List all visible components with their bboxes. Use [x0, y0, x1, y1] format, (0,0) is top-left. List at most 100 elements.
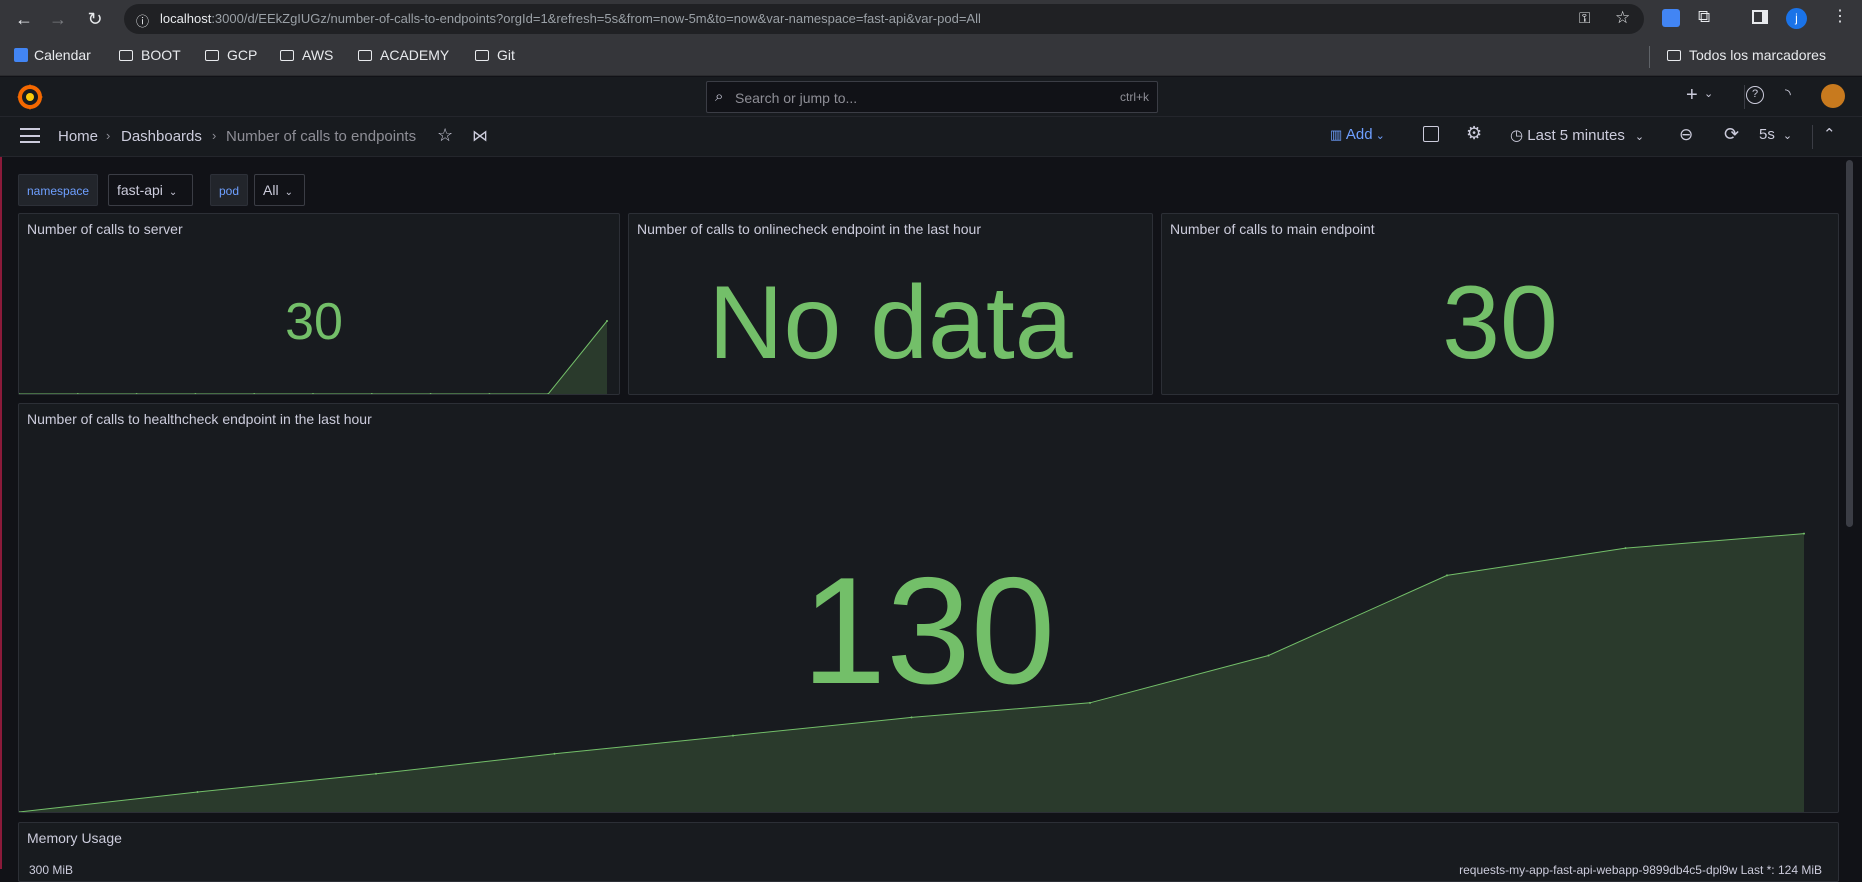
- site-info-icon[interactable]: ⓘ: [136, 11, 149, 30]
- sparkline-point: [488, 393, 491, 394]
- new-plus-icon[interactable]: +: [1686, 84, 1698, 107]
- panel-calls-to-main[interactable]: Number of calls to main endpoint 30: [1161, 213, 1839, 395]
- refresh-interval-picker[interactable]: 5s ⌄: [1759, 126, 1792, 143]
- grafana-topbar: ⌕ Search or jump to... ctrl+k + ⌄ ? ◝: [0, 77, 1862, 117]
- panel-title: Memory Usage: [27, 830, 122, 846]
- search-placeholder: Search or jump to...: [735, 90, 858, 106]
- stat-value: 130: [801, 546, 1056, 716]
- profile-avatar[interactable]: j: [1786, 8, 1807, 29]
- key-icon[interactable]: ⚿: [1579, 10, 1590, 27]
- panel-calls-to-onlinecheck[interactable]: Number of calls to onlinecheck endpoint …: [628, 213, 1153, 395]
- panel-title: Number of calls to main endpoint: [1170, 221, 1375, 237]
- forward-icon[interactable]: →: [45, 6, 71, 32]
- sparkline-point: [429, 393, 432, 394]
- chevron-down-icon: ⌄: [284, 187, 293, 198]
- help-icon[interactable]: ?: [1746, 86, 1764, 104]
- save-icon[interactable]: [1423, 126, 1439, 142]
- bookmark-aws[interactable]: AWS: [280, 47, 333, 63]
- reload-icon[interactable]: ↻: [82, 6, 108, 32]
- star-icon[interactable]: ☆: [437, 125, 453, 146]
- breadcrumb-separator-icon: ›: [212, 128, 217, 143]
- window-edge: [0, 77, 2, 869]
- dashboard-navbar: Home › Dashboards › Number of calls to e…: [0, 117, 1862, 157]
- bookmark-star-icon[interactable]: ☆: [1615, 8, 1630, 28]
- folder-icon: [119, 50, 133, 61]
- settings-gear-icon[interactable]: ⚙: [1466, 123, 1482, 144]
- menu-icon[interactable]: ⋮: [1832, 6, 1848, 26]
- page-scrollbar[interactable]: [1846, 160, 1853, 527]
- search-icon: ⌕: [715, 88, 724, 105]
- menu-toggle-icon[interactable]: [20, 128, 40, 143]
- url-path: :3000/d/EEkZgIUGz/number-of-calls-to-end…: [211, 11, 981, 26]
- sparkline-point: [253, 393, 256, 394]
- bookmark-academy[interactable]: ACADEMY: [358, 47, 449, 63]
- stat-value: 30: [285, 293, 343, 351]
- bookmarks-divider: [1649, 46, 1650, 68]
- address-bar[interactable]: ⓘ localhost:3000/d/EEkZgIUGz/number-of-c…: [124, 4, 1644, 34]
- clock-icon: ◷: [1510, 127, 1528, 144]
- sparkline-point: [312, 393, 314, 394]
- folder-icon: [1667, 50, 1681, 61]
- divider: [1812, 125, 1813, 149]
- bookmark-gcp[interactable]: GCP: [205, 47, 257, 63]
- share-icon[interactable]: ⋈: [472, 126, 488, 146]
- zoom-out-icon[interactable]: ⊖: [1679, 125, 1693, 145]
- variable-label-namespace: namespace: [18, 174, 99, 206]
- pod-select[interactable]: All ⌄: [254, 174, 305, 206]
- sparkline-point: [547, 393, 550, 394]
- bookmark-git[interactable]: Git: [475, 47, 515, 63]
- panel-title: Number of calls to onlinecheck endpoint …: [637, 221, 981, 237]
- legend-entry: requests-my-app-fast-api-webapp-9899db4c…: [1459, 863, 1822, 877]
- user-avatar[interactable]: [1821, 84, 1845, 108]
- y-axis-label: 300 MiB: [29, 863, 74, 877]
- breadcrumb-dashboards[interactable]: Dashboards: [121, 128, 202, 145]
- time-picker[interactable]: ◷ Last 5 minutes ⌄: [1510, 126, 1644, 144]
- bookmark-boot[interactable]: BOOT: [119, 47, 181, 63]
- breadcrumb-home[interactable]: Home: [58, 128, 98, 145]
- search-shortcut: ctrl+k: [1119, 90, 1149, 104]
- calendar-icon: [14, 48, 28, 62]
- stat-value: 30: [1442, 265, 1558, 381]
- divider: [1744, 85, 1745, 109]
- folder-icon: [475, 50, 489, 61]
- sparkline-point: [19, 811, 20, 812]
- side-panel-icon[interactable]: [1752, 10, 1768, 24]
- back-icon[interactable]: ←: [11, 6, 37, 32]
- chevron-down-icon: ⌄: [168, 187, 178, 198]
- sparkline-point: [375, 772, 377, 775]
- all-bookmarks[interactable]: Todos los marcadores: [1667, 47, 1826, 63]
- news-feed-icon[interactable]: ◝: [1785, 85, 1791, 103]
- sparkline-point: [19, 393, 20, 394]
- url-host: localhost: [160, 11, 212, 26]
- panel-calls-to-server[interactable]: Number of calls to server 30: [18, 213, 620, 395]
- browser-toolbar: ← → ↻ ⓘ localhost:3000/d/EEkZgIUGz/numbe…: [0, 0, 1862, 38]
- breadcrumb-separator-icon: ›: [106, 128, 111, 143]
- sparkline-point: [553, 752, 556, 755]
- extensions-icon[interactable]: ⧉: [1698, 7, 1710, 27]
- folder-icon: [280, 50, 294, 61]
- translate-icon[interactable]: [1662, 9, 1680, 27]
- sparkline-point: [135, 393, 138, 394]
- sparkline-point: [194, 393, 197, 394]
- collapse-chevron-up-icon[interactable]: ⌃: [1823, 125, 1836, 143]
- namespace-select[interactable]: fast-api ⌄: [108, 174, 193, 206]
- breadcrumb-current: Number of calls to endpoints: [226, 128, 417, 145]
- add-panel-icon: ▥: [1330, 127, 1346, 142]
- refresh-icon[interactable]: ⟳: [1724, 124, 1739, 145]
- panel-calls-to-healthcheck[interactable]: Number of calls to healthcheck endpoint …: [18, 403, 1839, 813]
- sparkline-point: [732, 734, 734, 737]
- no-data-message: No data: [708, 265, 1073, 381]
- sparkline-point: [76, 393, 79, 394]
- folder-icon: [358, 50, 372, 61]
- sparkline-point: [370, 393, 373, 394]
- bookmarks-bar: Calendar BOOT GCP AWS ACADEMY Git Todos …: [0, 38, 1862, 76]
- sparkline-point: [196, 790, 199, 793]
- panel-memory-usage[interactable]: Memory Usage 300 MiB requests-my-app-fas…: [18, 822, 1839, 882]
- grafana-logo-icon[interactable]: [15, 82, 45, 112]
- sparkline-point: [1803, 532, 1805, 535]
- variable-label-pod: pod: [210, 174, 249, 206]
- bookmark-calendar[interactable]: Calendar: [14, 47, 91, 63]
- search-input[interactable]: ⌕ Search or jump to... ctrl+k: [706, 81, 1158, 113]
- add-button[interactable]: ▥ Add ⌄: [1330, 126, 1385, 143]
- chevron-down-icon[interactable]: ⌄: [1704, 87, 1713, 100]
